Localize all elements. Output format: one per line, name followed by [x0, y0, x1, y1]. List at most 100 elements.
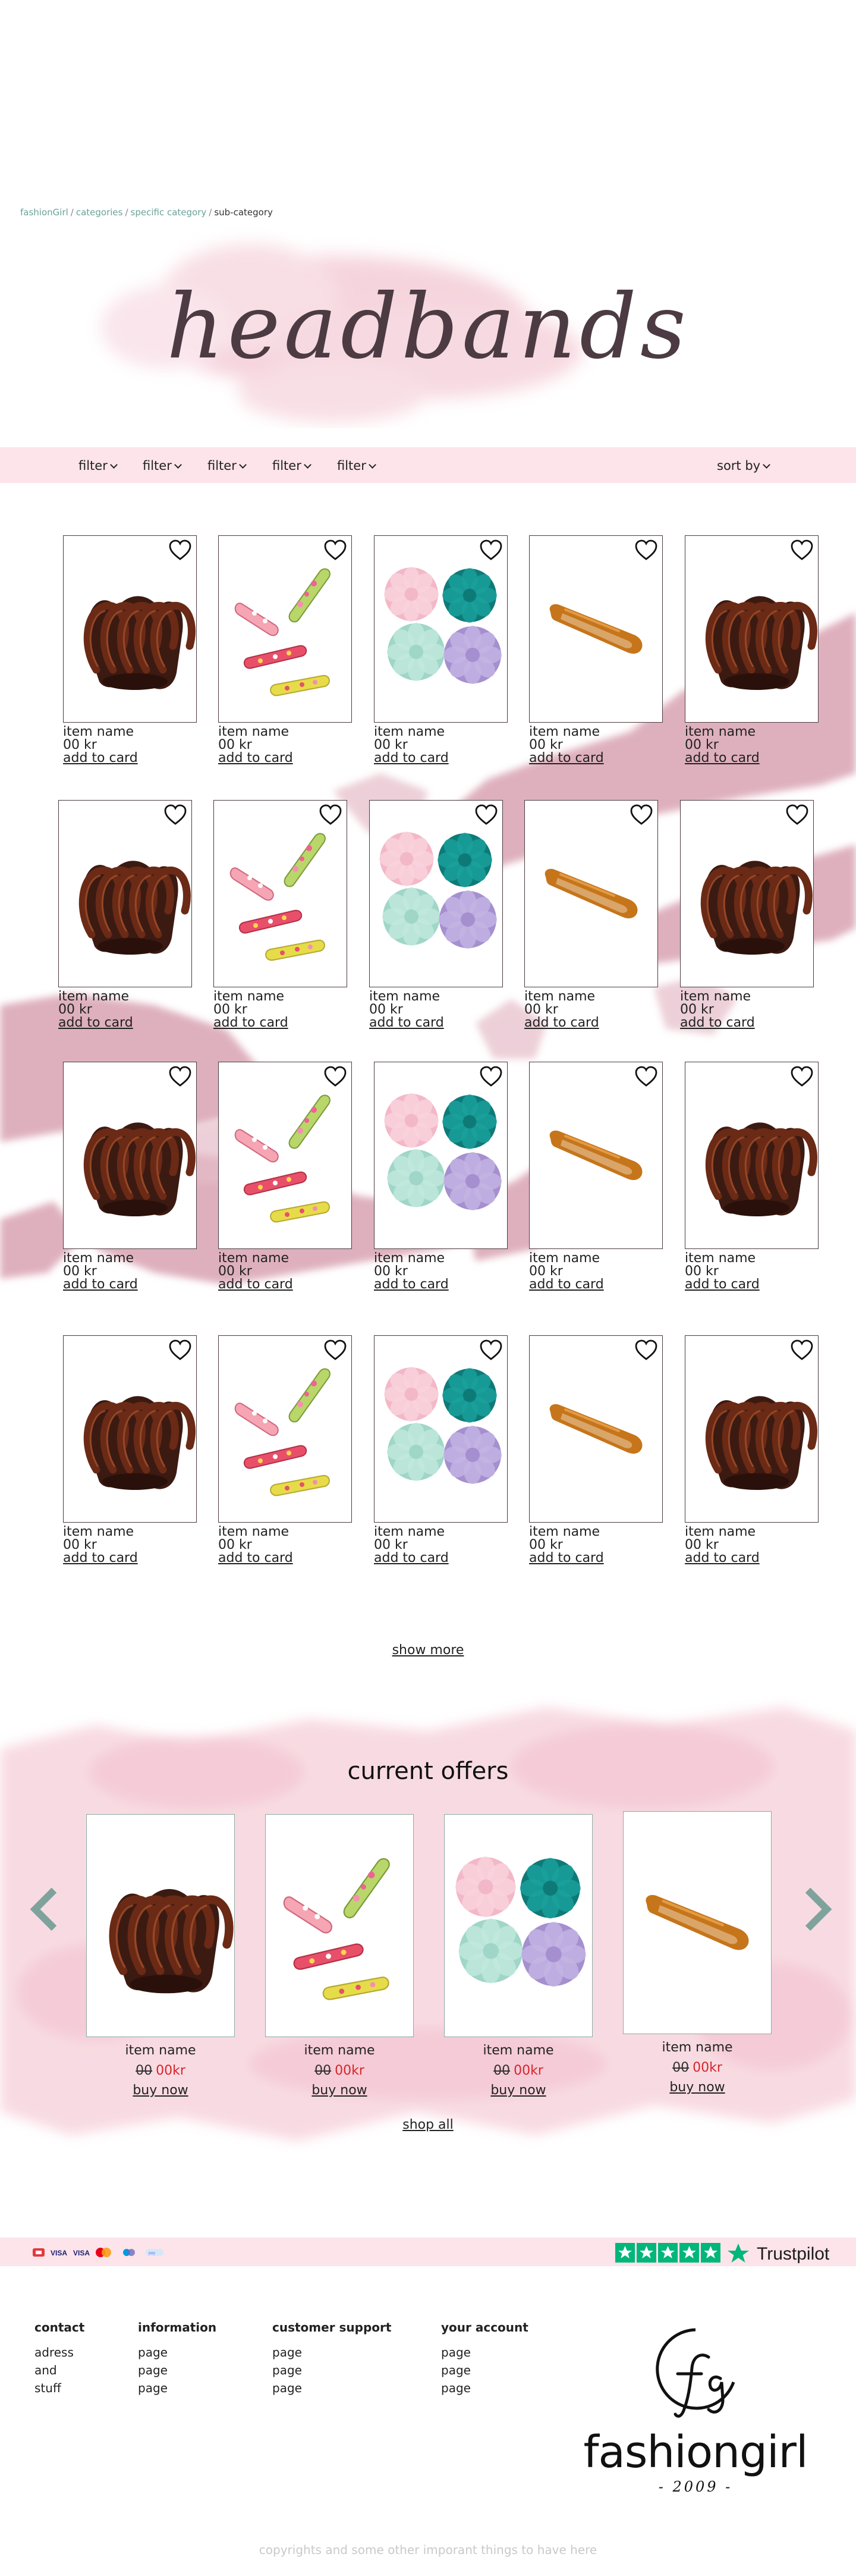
offer-name[interactable]: item name — [265, 2043, 414, 2058]
heart-icon[interactable] — [168, 1339, 192, 1361]
product-image[interactable] — [685, 535, 819, 723]
heart-icon[interactable] — [319, 804, 342, 826]
heart-icon[interactable] — [790, 1339, 814, 1361]
heart-icon[interactable] — [634, 539, 658, 561]
product-card[interactable]: item name 00 kr add to card — [63, 1335, 197, 1565]
add-to-cart-link[interactable]: add to card — [529, 1551, 604, 1565]
product-card[interactable]: item name 00 kr add to card — [374, 535, 508, 765]
add-to-cart-link[interactable]: add to card — [685, 1277, 760, 1292]
product-card[interactable]: item name 00 kr add to card — [213, 800, 347, 1030]
breadcrumb-home[interactable]: fashionGirl — [20, 207, 68, 218]
product-card[interactable]: item name 00 kr add to card — [529, 1335, 663, 1565]
product-card[interactable]: item name 00 kr add to card — [218, 535, 352, 765]
trustpilot-rating[interactable]: Trustpilot — [615, 2242, 829, 2264]
product-image[interactable] — [58, 800, 192, 987]
product-image[interactable] — [374, 535, 508, 723]
breadcrumb-specific-category[interactable]: specific category — [131, 207, 207, 218]
product-image[interactable] — [369, 800, 503, 987]
offer-image[interactable] — [444, 1814, 593, 2037]
buy-now-link[interactable]: buy now — [265, 2083, 414, 2098]
heart-icon[interactable] — [785, 804, 809, 826]
product-image[interactable] — [218, 535, 352, 723]
product-card[interactable]: item name 00 kr add to card — [218, 1062, 352, 1292]
sort-dropdown[interactable]: sort by — [717, 459, 770, 473]
heart-icon[interactable] — [323, 1339, 347, 1361]
add-to-cart-link[interactable]: add to card — [58, 1015, 133, 1030]
product-card[interactable]: item name 00 kr add to card — [685, 1335, 819, 1565]
buy-now-link[interactable]: buy now — [444, 2083, 593, 2098]
product-card[interactable]: item name 00 kr add to card — [374, 1062, 508, 1292]
product-image[interactable] — [63, 1062, 197, 1249]
add-to-cart-link[interactable]: add to card — [218, 1551, 293, 1565]
add-to-cart-link[interactable]: add to card — [374, 751, 449, 765]
add-to-cart-link[interactable]: add to card — [369, 1015, 444, 1030]
product-card[interactable]: item name 00 kr add to card — [529, 1062, 663, 1292]
heart-icon[interactable] — [790, 1065, 814, 1088]
filter-dropdown-3[interactable]: filter — [207, 459, 247, 473]
heart-icon[interactable] — [168, 539, 192, 561]
offer-name[interactable]: item name — [444, 2043, 593, 2058]
product-image[interactable] — [63, 535, 197, 723]
product-image[interactable] — [374, 1062, 508, 1249]
heart-icon[interactable] — [479, 1065, 503, 1088]
product-image[interactable] — [529, 1335, 663, 1523]
product-image[interactable] — [63, 1335, 197, 1523]
footer-link[interactable]: page — [441, 2361, 528, 2379]
offer-name[interactable]: item name — [623, 2040, 772, 2055]
filter-dropdown-4[interactable]: filter — [272, 459, 311, 473]
footer-link[interactable]: page — [138, 2379, 216, 2397]
product-card[interactable]: item name 00 kr add to card — [680, 800, 814, 1030]
filter-dropdown-5[interactable]: filter — [337, 459, 376, 473]
product-card[interactable]: item name 00 kr add to card — [63, 535, 197, 765]
product-image[interactable] — [213, 800, 347, 987]
add-to-cart-link[interactable]: add to card — [218, 751, 293, 765]
product-card[interactable]: item name 00 kr add to card — [685, 1062, 819, 1292]
fashiongirl-logo[interactable]: fashiongirl - 2009 - — [583, 2317, 808, 2501]
product-image[interactable] — [374, 1335, 508, 1523]
offer-image[interactable] — [623, 1811, 772, 2034]
show-more-button[interactable]: show more — [0, 1643, 856, 1658]
filter-dropdown-2[interactable]: filter — [143, 459, 182, 473]
add-to-cart-link[interactable]: add to card — [680, 1015, 755, 1030]
footer-link[interactable]: page — [138, 2343, 216, 2361]
product-card[interactable]: item name 00 kr add to card — [369, 800, 503, 1030]
buy-now-link[interactable]: buy now — [86, 2083, 235, 2098]
product-image[interactable] — [524, 800, 658, 987]
add-to-cart-link[interactable]: add to card — [685, 1551, 760, 1565]
heart-icon[interactable] — [323, 1065, 347, 1088]
product-image[interactable] — [218, 1062, 352, 1249]
add-to-cart-link[interactable]: add to card — [524, 1015, 599, 1030]
footer-link[interactable]: page — [138, 2361, 216, 2379]
heart-icon[interactable] — [630, 804, 653, 826]
shop-all-button[interactable]: shop all — [0, 2117, 856, 2132]
product-card[interactable]: item name 00 kr add to card — [529, 535, 663, 765]
filter-dropdown-1[interactable]: filter — [78, 459, 118, 473]
footer-link[interactable]: page — [272, 2361, 391, 2379]
product-image[interactable] — [680, 800, 814, 987]
breadcrumb-categories[interactable]: categories — [76, 207, 123, 218]
heart-icon[interactable] — [168, 1065, 192, 1088]
product-card[interactable]: item name 00 kr add to card — [63, 1062, 197, 1292]
carousel-prev-arrow-icon[interactable] — [27, 1885, 62, 1933]
product-card[interactable]: item name 00 kr add to card — [58, 800, 192, 1030]
heart-icon[interactable] — [479, 539, 503, 561]
product-image[interactable] — [685, 1062, 819, 1249]
add-to-cart-link[interactable]: add to card — [685, 751, 760, 765]
heart-icon[interactable] — [634, 1065, 658, 1088]
heart-icon[interactable] — [479, 1339, 503, 1361]
add-to-cart-link[interactable]: add to card — [529, 1277, 604, 1292]
heart-icon[interactable] — [474, 804, 498, 826]
heart-icon[interactable] — [790, 539, 814, 561]
add-to-cart-link[interactable]: add to card — [529, 751, 604, 765]
footer-link[interactable]: page — [441, 2379, 528, 2397]
product-image[interactable] — [529, 535, 663, 723]
product-image[interactable] — [218, 1335, 352, 1523]
buy-now-link[interactable]: buy now — [623, 2080, 772, 2095]
product-image[interactable] — [685, 1335, 819, 1523]
product-card[interactable]: item name 00 kr add to card — [524, 800, 658, 1030]
add-to-cart-link[interactable]: add to card — [218, 1277, 293, 1292]
carousel-next-arrow-icon[interactable] — [800, 1885, 835, 1933]
offer-image[interactable] — [265, 1814, 414, 2037]
product-card[interactable]: item name 00 kr add to card — [685, 535, 819, 765]
add-to-cart-link[interactable]: add to card — [63, 1277, 138, 1292]
